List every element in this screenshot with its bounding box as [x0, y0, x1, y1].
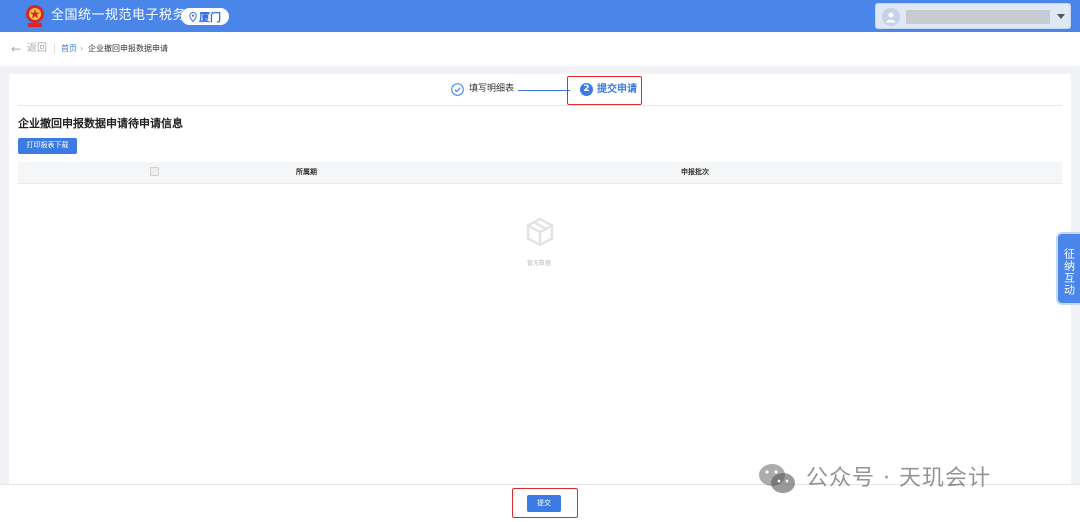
submit-button[interactable]: 提交 — [527, 495, 561, 512]
chevron-right-icon: › — [80, 44, 84, 53]
step-2-number: 2 — [580, 83, 593, 96]
breadcrumb-home-link[interactable]: 首页 — [61, 44, 77, 54]
interaction-float-tab[interactable]: 征纳互动 — [1056, 232, 1080, 305]
wechat-logo-icon — [759, 464, 795, 493]
back-link[interactable]: 返回 — [27, 43, 47, 55]
breadcrumb-current: 企业撤回申报数据申请 — [88, 44, 168, 53]
user-icon — [886, 12, 896, 23]
watermark-text: 公众号 · 天玑会计 — [806, 466, 991, 491]
step-2-label[interactable]: 提交申请 — [597, 84, 637, 95]
breadcrumb-divider — [54, 44, 55, 54]
avatar — [882, 8, 900, 26]
main-card — [9, 74, 1071, 484]
city-label: 厦门 — [199, 10, 221, 24]
user-name-redacted — [906, 10, 1050, 24]
back-arrow-icon[interactable]: ← — [11, 43, 21, 55]
section-title: 企业撤回申报数据申请待申请信息 — [18, 117, 183, 130]
empty-box-icon — [526, 217, 554, 247]
table-header-border — [18, 183, 1062, 184]
step-connector — [518, 90, 570, 91]
location-pin-icon — [189, 11, 197, 22]
print-download-button[interactable]: 打印报表下载 — [18, 138, 77, 154]
steps-divider — [18, 105, 1062, 106]
table-header — [18, 162, 1062, 183]
user-menu[interactable] — [875, 3, 1071, 29]
column-header-period: 所属期 — [296, 168, 317, 176]
chevron-down-icon[interactable] — [1057, 14, 1065, 19]
select-all-checkbox[interactable] — [150, 167, 159, 176]
empty-state-text: 暂无数据 — [527, 260, 552, 267]
city-switcher[interactable]: 厦门 — [181, 8, 229, 25]
tax-emblem-icon — [26, 5, 44, 27]
column-header-batch: 申报批次 — [681, 168, 709, 176]
check-circle-icon — [451, 83, 464, 96]
site-title: 全国统一规范电子税务局 — [51, 8, 200, 23]
step-1-label[interactable]: 填写明细表 — [469, 84, 514, 95]
